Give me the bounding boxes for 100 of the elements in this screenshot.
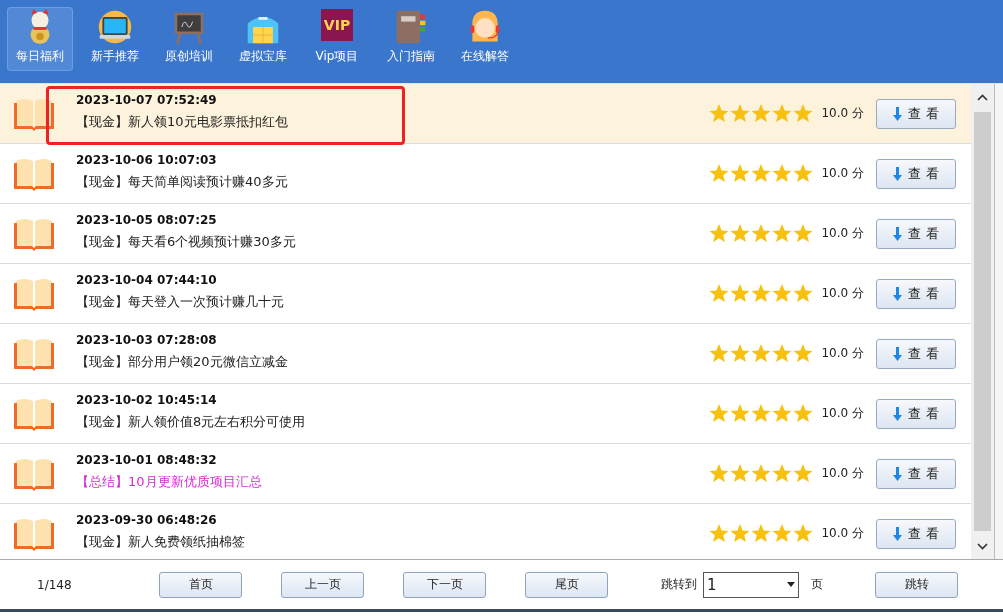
score-text: 10.0 分 [821,225,865,242]
star-icon [793,344,814,363]
star-icon [793,224,814,243]
score-text: 10.0 分 [821,165,865,182]
star-icon [730,344,751,363]
star-icon [730,464,751,483]
scroll-up-icon[interactable] [977,93,988,101]
list-row[interactable]: 2023-10-04 07:44:10 【现金】每天登入一次预计赚几十元 10.0 分 查 看 [0,264,972,324]
pager-button[interactable]: 尾页 [525,571,608,598]
toolbar-tab[interactable]: VIP Vip项目 [300,8,374,70]
item-date: 2023-09-30 06:48:26 [76,512,218,527]
view-button[interactable]: 查 看 [876,98,957,129]
jump-button[interactable]: 跳转 [875,571,958,598]
toolbar-tab[interactable]: 在线解答 [448,8,522,70]
star-icon [772,104,793,123]
star-icon [772,224,793,243]
star-icon [772,344,793,363]
star-icon [793,284,814,303]
list-row[interactable]: 2023-10-01 08:48:32 【总结】10月更新优质项目汇总 10.0 分 查 看 [0,444,972,504]
star-icon [793,104,814,123]
item-date: 2023-10-03 07:28:08 [76,332,218,347]
book-icon [14,456,54,491]
toolbar-tab[interactable]: 每日福利 [8,8,72,70]
view-button[interactable]: 查 看 [876,338,957,369]
star-icon [751,404,772,423]
item-date: 2023-10-05 08:07:25 [76,212,218,227]
item-title: 【现金】部分用户领20元微信立减金 [76,352,289,371]
book-icon [14,96,54,131]
view-button[interactable]: 查 看 [876,218,957,249]
list-row[interactable]: 2023-10-07 07:52:49 【现金】新人领10元电影票抵扣红包 10.0 分 查 看 [0,84,972,144]
score-text: 10.0 分 [821,405,865,422]
page-info: 1/148 [36,577,73,592]
download-arrow-icon [893,466,903,481]
view-button[interactable]: 查 看 [876,518,957,549]
view-button[interactable]: 查 看 [876,398,957,429]
star-icon [730,524,751,543]
star-icon [730,164,751,183]
item-date: 2023-10-01 08:48:32 [76,452,218,467]
download-arrow-icon [893,346,903,361]
star-icon [751,104,772,123]
star-icon [730,284,751,303]
list-row[interactable]: 2023-10-02 10:45:14 【现金】新人领价值8元左右积分可使用 10.0 分 查 看 [0,384,972,444]
list-row[interactable]: 2023-09-30 06:48:26 【现金】新人免费领纸抽棉签 10.0 分 查 看 [0,504,972,559]
pager-button[interactable]: 上一页 [281,571,364,598]
star-icon [709,284,730,303]
item-title: 【现金】每天简单阅读预计赚40多元 [76,172,289,191]
score-text: 10.0 分 [821,465,865,482]
star-icon [751,524,772,543]
download-arrow-icon [893,526,903,541]
star-icon [751,164,772,183]
list-row[interactable]: 2023-10-05 08:07:25 【现金】每天看6个视频预计赚30多元 10.0 分 查 看 [0,204,972,264]
download-arrow-icon [893,106,903,121]
item-title: 【现金】每天登入一次预计赚几十元 [76,292,285,311]
score-text: 10.0 分 [821,345,865,362]
pager-button[interactable]: 首页 [159,571,242,598]
star-icon [709,104,730,123]
toolbar-tab[interactable]: 新手推荐 [78,8,152,70]
page-select[interactable]: 1 [703,571,799,598]
scroll-down-icon[interactable] [977,542,988,550]
toolbar-tab[interactable]: 入门指南 [374,8,448,70]
book-icon [14,336,54,371]
book-icon [14,396,54,431]
item-date: 2023-10-07 07:52:49 [76,92,218,107]
item-date: 2023-10-04 07:44:10 [76,272,218,287]
star-icon [772,464,793,483]
list-row[interactable]: 2023-10-06 10:07:03 【现金】每天简单阅读预计赚40多元 10.0 分 查 看 [0,144,972,204]
list-row[interactable]: 2023-10-03 07:28:08 【现金】部分用户领20元微信立减金 10.0 分 查 看 [0,324,972,384]
vertical-scrollbar[interactable] [971,84,994,559]
star-icon [751,344,772,363]
toolbar-tab[interactable]: 虚拟宝库 [226,8,300,70]
score-text: 10.0 分 [821,105,865,122]
item-title: 【总结】10月更新优质项目汇总 [76,472,263,491]
view-button[interactable]: 查 看 [876,458,957,489]
view-button[interactable]: 查 看 [876,278,957,309]
star-icon [709,224,730,243]
dropdown-caret-icon [787,582,795,587]
star-icon [793,524,814,543]
view-button[interactable]: 查 看 [876,158,957,189]
item-title: 【现金】新人领10元电影票抵扣红包 [76,112,289,131]
pager-button[interactable]: 下一页 [403,571,486,598]
vip-icon: VIP [321,9,353,41]
star-icon [709,404,730,423]
star-icon [793,464,814,483]
star-icon [709,344,730,363]
page-unit: 页 [811,576,823,593]
download-arrow-icon [893,226,903,241]
download-arrow-icon [893,166,903,181]
book-icon [14,276,54,311]
star-icon [730,404,751,423]
item-title: 【现金】每天看6个视频预计赚30多元 [76,232,297,251]
star-icon [730,224,751,243]
download-arrow-icon [893,286,903,301]
score-text: 10.0 分 [821,525,865,542]
star-icon [751,464,772,483]
scrollbar-thumb[interactable] [974,112,991,531]
item-date: 2023-10-06 10:07:03 [76,152,218,167]
jump-label: 跳转到 [661,576,697,593]
star-icon [772,284,793,303]
item-date: 2023-10-02 10:45:14 [76,392,218,407]
toolbar-tab[interactable]: 原创培训 [152,8,226,70]
